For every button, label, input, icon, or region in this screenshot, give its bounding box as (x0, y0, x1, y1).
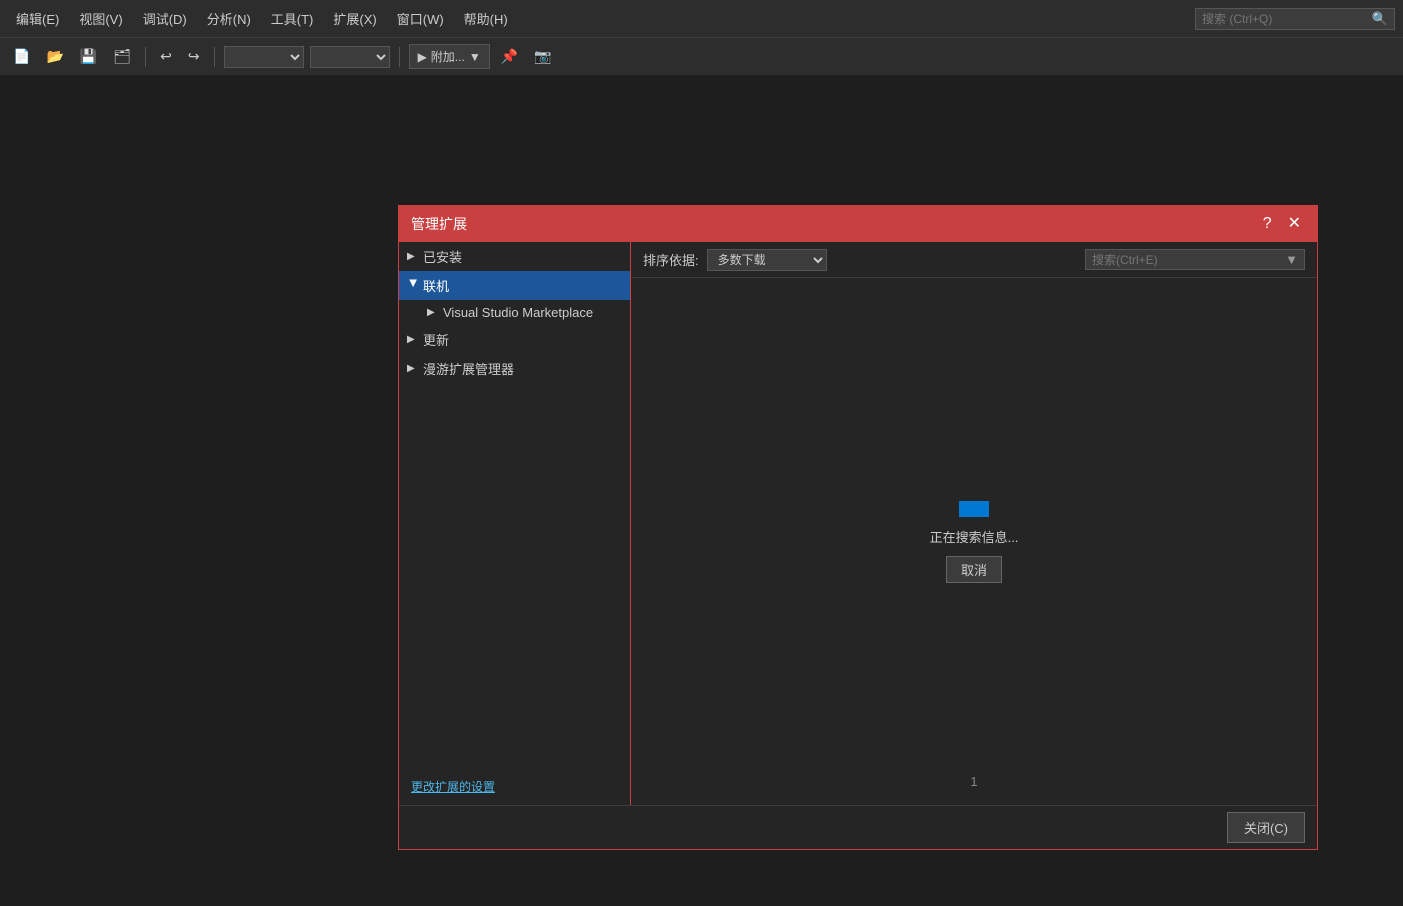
config-combo[interactable] (224, 46, 304, 68)
attach-icon: ▶ (418, 50, 427, 64)
installed-arrow-icon: ▶ (407, 251, 419, 262)
roaming-arrow-icon: ▶ (407, 363, 419, 374)
left-panel: ▶ 已安装 ▶ 联机 ▶ Visual Studio Marketplace ▶… (399, 242, 631, 805)
titlebar-buttons: ? ✕ (1259, 214, 1305, 234)
help-button[interactable]: ? (1259, 214, 1276, 234)
menu-search-box: 🔍 (1195, 8, 1395, 30)
pin-icon[interactable]: 📌 (496, 45, 523, 68)
change-settings-link[interactable]: 更改扩展的设置 (399, 768, 630, 805)
separator-1 (145, 47, 146, 67)
attach-label: 附加... (431, 48, 465, 65)
manage-extensions-dialog: 管理扩展 ? ✕ ▶ 已安装 ▶ 联机 (398, 205, 1318, 850)
search-dropdown-icon[interactable]: ▼ (1285, 252, 1298, 267)
toolbar: 📄 📂 💾 🗂 ↩ ↪ ▶ 附加... ▼ 📌 📷 (0, 38, 1403, 76)
tree-item-online[interactable]: ▶ 联机 (399, 271, 630, 300)
sort-label: 排序依据: (643, 250, 699, 269)
camera-icon[interactable]: 📷 (529, 45, 556, 68)
marketplace-arrow-icon: ▶ (427, 307, 439, 318)
menu-debug[interactable]: 调试(D) (135, 5, 195, 32)
main-area: 管理扩展 ? ✕ ▶ 已安装 ▶ 联机 (0, 76, 1403, 906)
save-icon[interactable]: 💾 (75, 45, 102, 68)
close-footer-button[interactable]: 关闭(C) (1227, 812, 1305, 843)
marketplace-label: Visual Studio Marketplace (443, 305, 593, 320)
menu-search-input[interactable] (1202, 12, 1372, 26)
updates-label: 更新 (423, 330, 449, 349)
online-arrow-icon: ▶ (408, 280, 419, 292)
page-number: 1 (970, 774, 977, 789)
close-button[interactable]: ✕ (1284, 214, 1305, 234)
menu-window[interactable]: 窗口(W) (389, 5, 452, 32)
menu-help[interactable]: 帮助(H) (456, 5, 516, 32)
menu-tools[interactable]: 工具(T) (263, 5, 322, 32)
redo-icon[interactable]: ↪ (183, 45, 205, 68)
tree-item-roaming[interactable]: ▶ 漫游扩展管理器 (399, 354, 630, 383)
dialog-title: 管理扩展 (411, 214, 467, 234)
tree-item-installed[interactable]: ▶ 已安装 (399, 242, 630, 271)
content-area: 正在搜索信息... 取消 1 (631, 278, 1317, 805)
top-controls: 排序依据: 多数下载 ▼ (631, 242, 1317, 278)
updates-arrow-icon: ▶ (407, 334, 419, 345)
attach-dropdown-icon: ▼ (469, 50, 481, 64)
sort-select[interactable]: 多数下载 (707, 249, 827, 271)
tree-item-updates[interactable]: ▶ 更新 (399, 325, 630, 354)
installed-label: 已安装 (423, 247, 462, 266)
new-file-icon[interactable]: 📄 (8, 45, 35, 68)
search-icon: 🔍 (1372, 11, 1388, 27)
cancel-button[interactable]: 取消 (946, 556, 1002, 583)
separator-3 (399, 47, 400, 67)
save-all-icon[interactable]: 🗂 (108, 45, 136, 68)
dialog-titlebar: 管理扩展 ? ✕ (399, 206, 1317, 242)
search-input[interactable] (1092, 253, 1285, 267)
roaming-label: 漫游扩展管理器 (423, 359, 514, 378)
menu-bar: 编辑(E) 视图(V) 调试(D) 分析(N) 工具(T) 扩展(X) 窗口(W… (0, 0, 1403, 38)
menu-edit[interactable]: 编辑(E) (8, 5, 67, 32)
online-label: 联机 (423, 276, 449, 295)
menu-extensions[interactable]: 扩展(X) (325, 5, 384, 32)
loading-bar (959, 501, 989, 517)
search-box: ▼ (1085, 249, 1305, 270)
platform-combo[interactable] (310, 46, 390, 68)
loading-text: 正在搜索信息... (930, 527, 1019, 546)
attach-button[interactable]: ▶ 附加... ▼ (409, 44, 490, 69)
right-panel: 排序依据: 多数下载 ▼ 正在搜索信息... 取消 (631, 242, 1317, 805)
open-icon[interactable]: 📂 (41, 45, 68, 68)
undo-icon[interactable]: ↩ (155, 45, 177, 68)
loading-container: 正在搜索信息... 取消 (930, 501, 1019, 583)
tree-item-marketplace[interactable]: ▶ Visual Studio Marketplace (399, 300, 630, 325)
separator-2 (214, 47, 215, 67)
dialog-body: ▶ 已安装 ▶ 联机 ▶ Visual Studio Marketplace ▶… (399, 242, 1317, 805)
menu-analyze[interactable]: 分析(N) (199, 5, 259, 32)
dialog-footer: 关闭(C) (399, 805, 1317, 849)
menu-view[interactable]: 视图(V) (71, 5, 130, 32)
